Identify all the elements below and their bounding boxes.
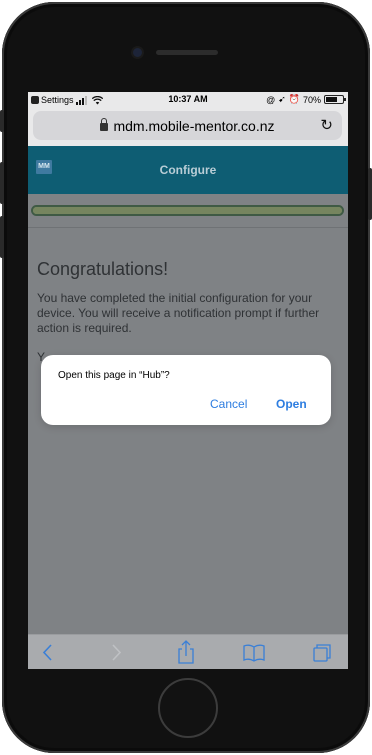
cancel-button[interactable]: Cancel [210,397,247,411]
completion-message: You have completed the initial configura… [37,291,320,335]
battery-fill [326,97,338,102]
home-button[interactable] [158,678,218,738]
tabs-icon[interactable] [304,635,340,669]
progress-bar [31,205,344,216]
reload-icon[interactable]: ↻ [320,116,333,134]
volume-down-button [0,216,4,258]
power-button [368,168,372,220]
forward-icon[interactable] [98,635,134,669]
bookmarks-icon[interactable] [236,635,272,669]
congratulations-heading: Congratulations! [37,259,169,279]
front-camera [133,48,142,57]
alarm-icon: ⏰ [288,94,300,104]
open-in-app-dialog: Open this page in “Hub”? Cancel Open [41,355,331,425]
volume-up-button [0,162,4,204]
silent-switch [0,110,4,132]
dialog-message: Open this page in “Hub”? [58,370,170,381]
battery-percent: 70% [302,94,321,105]
share-icon[interactable] [168,635,204,669]
screen: Settings 10:37 AM @ ➹ ⏰ 70% mdm.mobile-m… [28,92,348,669]
status-bar: Settings 10:37 AM @ ➹ ⏰ 70% [28,92,348,108]
progress-fill [33,207,342,214]
page-title: Configure [159,163,217,177]
earpiece-speaker [156,50,218,55]
location-icon: @ [266,94,276,105]
url-text: mdm.mobile-mentor.co.nz [113,118,275,134]
app-header: MM Configure [28,146,348,194]
open-button[interactable]: Open [276,397,307,411]
divider [28,227,348,228]
safari-address-area: mdm.mobile-mentor.co.nz ↻ [28,108,348,146]
safari-toolbar [28,634,348,669]
address-bar[interactable]: mdm.mobile-mentor.co.nz ↻ [33,111,342,140]
lock-icon [100,118,109,131]
navigation-icon: ➹ [278,94,286,104]
battery-icon [324,95,346,104]
back-icon[interactable] [30,635,66,669]
